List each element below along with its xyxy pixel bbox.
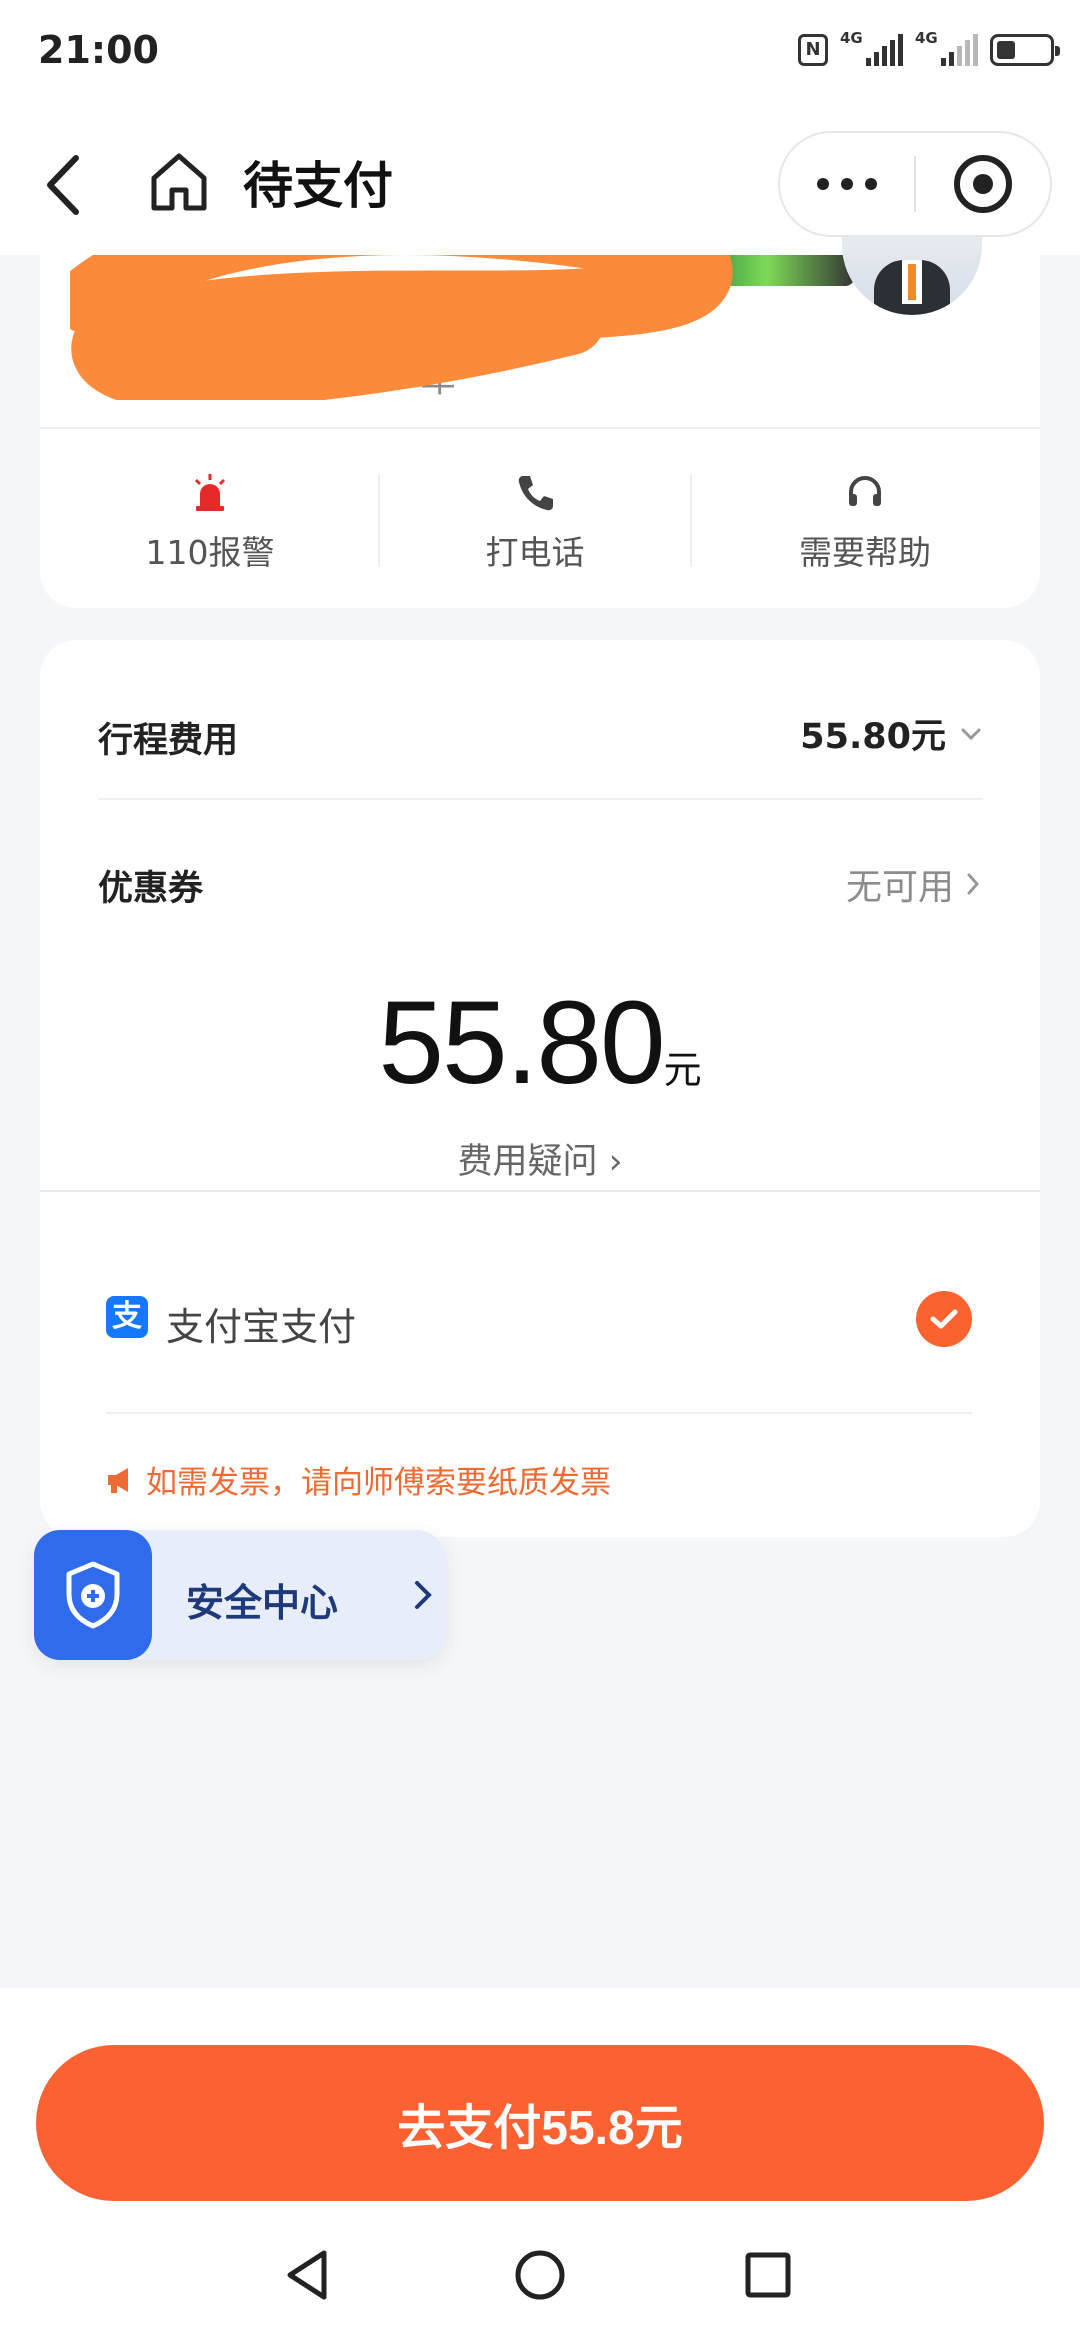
signal-tag: 4G [840, 29, 863, 47]
help-button[interactable]: 需要帮助 [705, 470, 1025, 580]
megaphone-icon [108, 1467, 128, 1493]
call-button[interactable]: 打电话 [375, 470, 695, 580]
more-icon[interactable] [780, 178, 914, 190]
help-label: 需要帮助 [799, 533, 931, 572]
coupon-selector[interactable]: 无可用 [846, 858, 980, 910]
trip-fee-label: 行程费用 [98, 721, 239, 761]
status-time: 21:00 [38, 28, 159, 72]
page-title: 待支付 [243, 157, 393, 215]
mini-program-capsule [778, 131, 1052, 237]
total-amount: 55.80元 [0, 975, 1080, 1111]
section-divider [40, 1190, 1040, 1192]
signal-icon: 4G [840, 30, 903, 66]
system-back-icon[interactable] [278, 2245, 338, 2305]
call-label: 打电话 [485, 533, 585, 572]
amount-number: 55.80 [378, 977, 665, 1109]
coupon-value: 无可用 [845, 867, 954, 908]
invoice-note: 如需发票，请向师傅索要纸质发票 [106, 1457, 611, 1502]
system-recents-icon[interactable] [738, 2245, 798, 2305]
invoice-note-text: 如需发票，请向师傅索要纸质发票 [146, 1465, 611, 1501]
target-icon[interactable] [916, 155, 1050, 213]
selected-check-icon[interactable] [916, 1291, 972, 1347]
shield-box [34, 1530, 152, 1660]
chevron-right-icon [415, 1581, 432, 1609]
status-icons: N 4G 4G [798, 28, 1060, 72]
fee-question-link[interactable]: 费用疑问 › [0, 1133, 1080, 1184]
action-separator [690, 475, 692, 567]
pay-button[interactable]: 去支付55.8元 [36, 2045, 1044, 2201]
siren-icon [194, 474, 226, 511]
safety-center-button[interactable]: 安全中心 [34, 1530, 446, 1660]
police-label: 110报警 [145, 533, 275, 572]
card-divider [40, 427, 1040, 429]
row-divider [106, 1412, 972, 1414]
battery-icon [990, 34, 1060, 66]
signal-tag: 4G [915, 29, 938, 47]
payment-method-label[interactable]: 支付宝支付 [166, 1296, 356, 1351]
system-home-icon[interactable] [510, 2245, 570, 2305]
nfc-icon: N [798, 34, 828, 66]
amount-unit: 元 [663, 1048, 702, 1092]
phone-icon [518, 476, 553, 511]
headset-icon [849, 476, 881, 506]
signal-icon: 4G [915, 30, 978, 66]
police-button[interactable]: 110报警 [50, 470, 370, 580]
home-icon[interactable] [148, 150, 210, 214]
trip-fee-value-row[interactable]: 55.80元 [800, 708, 982, 759]
back-icon[interactable] [40, 150, 90, 220]
coupon-label: 优惠券 [98, 869, 204, 909]
shield-icon [66, 1561, 120, 1629]
chevron-down-icon [961, 728, 981, 740]
safety-center-label: 安全中心 [186, 1581, 339, 1625]
trip-fee-value: 55.80元 [800, 717, 946, 757]
chevron-right-icon [967, 873, 980, 895]
row-divider [98, 798, 983, 800]
alipay-icon: 支 [106, 1296, 148, 1338]
